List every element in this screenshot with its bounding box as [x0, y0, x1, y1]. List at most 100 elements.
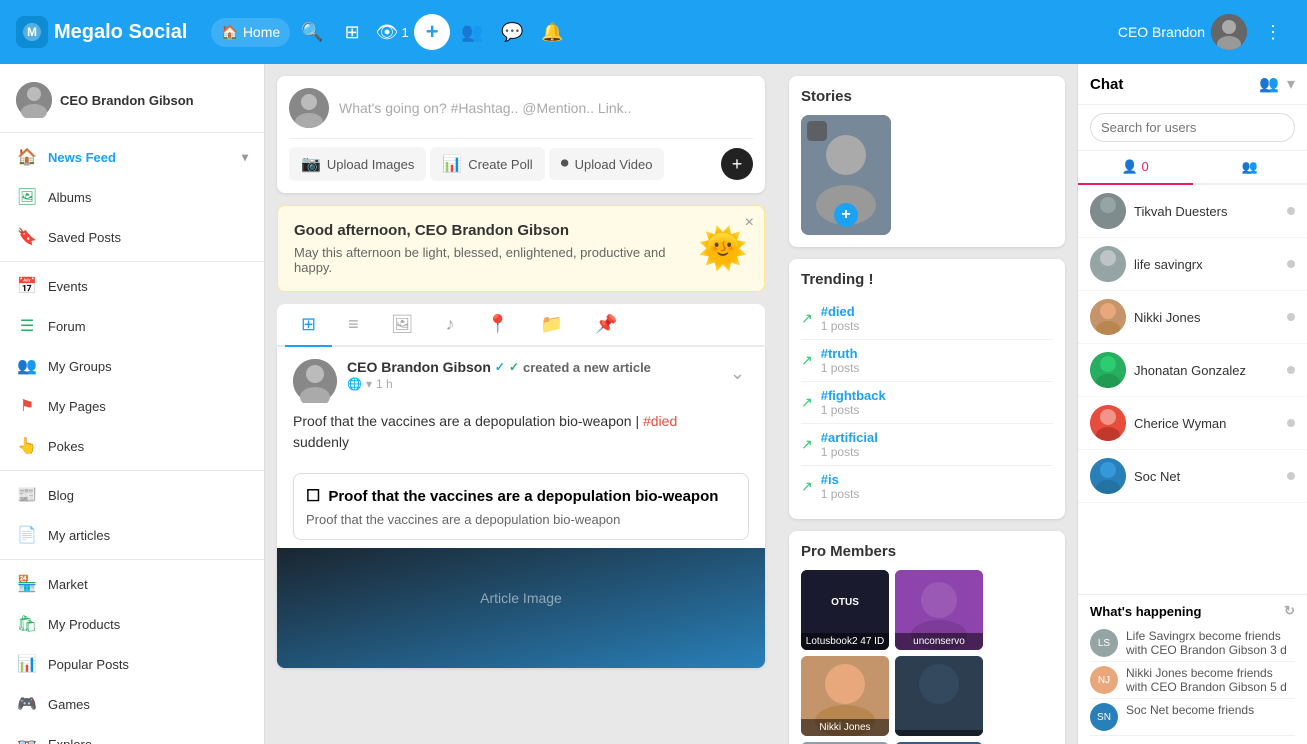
- sidebar-item-my-pages[interactable]: ⚑ My Pages: [0, 386, 264, 426]
- chat-user-3[interactable]: Nikki Jones: [1078, 291, 1307, 344]
- trending-item-2[interactable]: ↗ #truth 1 posts: [801, 340, 1053, 382]
- sidebar-item-pokes[interactable]: 👆 Pokes: [0, 426, 264, 466]
- trending-title: Trending !: [801, 271, 1053, 288]
- sidebar-user[interactable]: CEO Brandon Gibson: [0, 72, 264, 128]
- chat-tab-groups[interactable]: 👥: [1193, 151, 1307, 185]
- chat-tab-friends[interactable]: 👤 0: [1078, 151, 1193, 185]
- pro-member-1[interactable]: OTUS Lotusbook2 47 ID: [801, 570, 889, 650]
- more-composer-options-button[interactable]: +: [721, 148, 753, 180]
- time-separator: ▾: [366, 377, 372, 391]
- chat-user-5[interactable]: Cherice Wyman: [1078, 397, 1307, 450]
- greeting-close-button[interactable]: ×: [745, 214, 754, 232]
- trending-info-4: #artificial 1 posts: [821, 430, 878, 459]
- sidebar-item-games[interactable]: 🎮 Games: [0, 684, 264, 724]
- user-avatar: [1211, 14, 1247, 50]
- post-author-line: CEO Brandon Gibson ✓ ✓ created a new art…: [347, 359, 716, 375]
- article-icon: ☐: [306, 486, 320, 506]
- verify-badge-1: ✓: [495, 360, 505, 374]
- trending-item-4[interactable]: ↗ #artificial 1 posts: [801, 424, 1053, 466]
- collapse-chat-icon[interactable]: ▾: [1287, 74, 1295, 94]
- trending-item-1[interactable]: ↗ #died 1 posts: [801, 298, 1053, 340]
- post-text: Proof that the vaccines are a depopulati…: [293, 413, 639, 429]
- apps-icon-btn[interactable]: ⊞: [334, 14, 370, 50]
- chat-header: Chat 👥 ▾: [1078, 64, 1307, 105]
- refresh-icon[interactable]: ↻: [1284, 603, 1295, 619]
- sidebar-divider: [0, 132, 264, 133]
- sidebar-item-events[interactable]: 📅 Events: [0, 266, 264, 306]
- sidebar-label-games: Games: [48, 697, 90, 712]
- sidebar-item-saved-posts[interactable]: 🔖 Saved Posts: [0, 217, 264, 257]
- tab-music[interactable]: ♪: [429, 304, 470, 347]
- pro-member-3[interactable]: Nikki Jones: [801, 656, 889, 736]
- tab-text[interactable]: ≡: [332, 304, 375, 347]
- tab-location[interactable]: 📍: [470, 304, 524, 347]
- post-article-card[interactable]: ☐ Proof that the vaccines are a depopula…: [293, 473, 749, 540]
- add-post-button[interactable]: +: [414, 14, 450, 50]
- sidebar-item-my-articles[interactable]: 📄 My articles: [0, 515, 264, 555]
- trending-item-5[interactable]: ↗ #is 1 posts: [801, 466, 1053, 507]
- chat-user-4[interactable]: Jhonatan Gonzalez: [1078, 344, 1307, 397]
- upload-images-button[interactable]: 📷 Upload Images: [289, 147, 426, 181]
- friends-icon-btn[interactable]: 👥: [454, 14, 490, 50]
- sidebar-item-my-products[interactable]: 🛍 My Products: [0, 604, 264, 644]
- sidebar-item-forum[interactable]: ☰ Forum: [0, 306, 264, 346]
- sidebar-item-explore[interactable]: 👓 Explore: [0, 724, 264, 744]
- sidebar-item-news-feed[interactable]: 🏠 News Feed ▾: [0, 137, 264, 177]
- svg-text:Article Image: Article Image: [480, 590, 562, 606]
- pro-member-name-3: Nikki Jones: [801, 719, 889, 736]
- sidebar-label-my-pages: My Pages: [48, 399, 106, 414]
- greeting-title: Good afternoon, CEO Brandon Gibson: [294, 222, 694, 239]
- sidebar-user-name: CEO Brandon Gibson: [60, 93, 194, 108]
- post-tabs: ⊞ ≡ 🖼 ♪ 📍 📁 📌: [277, 304, 765, 347]
- pro-member-4[interactable]: [895, 656, 983, 736]
- sidebar-item-popular-posts[interactable]: 📊 Popular Posts: [0, 644, 264, 684]
- verify-badge-2: ✓: [509, 360, 519, 374]
- what-happening-section: What's happening ↻ LS Life Savingrx beco…: [1078, 594, 1307, 744]
- tab-images[interactable]: 🖼: [375, 304, 430, 347]
- logo-icon: M: [16, 16, 48, 48]
- sidebar-item-my-groups[interactable]: 👥 My Groups: [0, 346, 264, 386]
- tab-all[interactable]: ⊞: [285, 304, 332, 347]
- sidebar-item-market[interactable]: 🏪 Market: [0, 564, 264, 604]
- greeting-emoji: 🌞: [698, 225, 748, 272]
- sidebar-item-albums[interactable]: 🖼 Albums: [0, 177, 264, 217]
- trending-item-3[interactable]: ↗ #fightback 1 posts: [801, 382, 1053, 424]
- files-tab-icon: 📁: [541, 314, 563, 334]
- eye-icon: 👁: [376, 22, 399, 43]
- app-logo[interactable]: M Megalo Social: [16, 16, 187, 48]
- more-options-icon-btn[interactable]: ⋮: [1255, 14, 1291, 50]
- post-composer: What's going on? #Hashtag.. @Mention.. L…: [277, 76, 765, 193]
- music-tab-icon: ♪: [445, 314, 454, 334]
- sidebar-label-my-articles: My articles: [48, 528, 110, 543]
- add-chat-icon[interactable]: 👥: [1259, 74, 1279, 94]
- upload-video-button[interactable]: ⏺ Upload Video: [549, 148, 665, 180]
- pro-member-2[interactable]: unconservo: [895, 570, 983, 650]
- post-hashtag[interactable]: #died: [643, 413, 677, 429]
- topbar-right: CEO Brandon ⋮: [1118, 14, 1291, 50]
- sidebar-label-my-groups: My Groups: [48, 359, 112, 374]
- eye-icon-btn[interactable]: 👁 1: [374, 14, 410, 50]
- chat-search-input[interactable]: [1090, 113, 1295, 142]
- chat-header-icons: 👥 ▾: [1259, 74, 1295, 94]
- user-menu[interactable]: CEO Brandon: [1118, 14, 1247, 50]
- chat-user-2[interactable]: life savingrx: [1078, 238, 1307, 291]
- bell-icon-btn[interactable]: 🔔: [534, 14, 570, 50]
- chat-user-1[interactable]: Tikvah Duesters: [1078, 185, 1307, 238]
- pro-members-card: Pro Members OTUS Lotusbook2 47 ID uncons…: [789, 531, 1065, 744]
- create-poll-button[interactable]: 📊 Create Poll: [430, 147, 544, 181]
- story-add-button[interactable]: +: [834, 203, 858, 227]
- chat-user-6[interactable]: Soc Net: [1078, 450, 1307, 503]
- stories-card: Stories +: [789, 76, 1065, 247]
- home-nav-item[interactable]: 🏠 Home: [211, 18, 290, 47]
- composer-input-placeholder[interactable]: What's going on? #Hashtag.. @Mention.. L…: [339, 96, 753, 120]
- story-item-1[interactable]: +: [801, 115, 891, 235]
- post-options-button[interactable]: ⌄: [726, 359, 749, 388]
- games-icon: 🎮: [16, 693, 38, 715]
- tab-map[interactable]: 📌: [579, 304, 633, 347]
- search-icon-btn[interactable]: 🔍: [294, 14, 330, 50]
- tab-files[interactable]: 📁: [525, 304, 579, 347]
- sidebar-item-blog[interactable]: 📰 Blog: [0, 475, 264, 515]
- globe-icon: 🌐: [347, 377, 362, 391]
- greeting-message: May this afternoon be light, blessed, en…: [294, 245, 694, 275]
- messages-icon-btn[interactable]: 💬: [494, 14, 530, 50]
